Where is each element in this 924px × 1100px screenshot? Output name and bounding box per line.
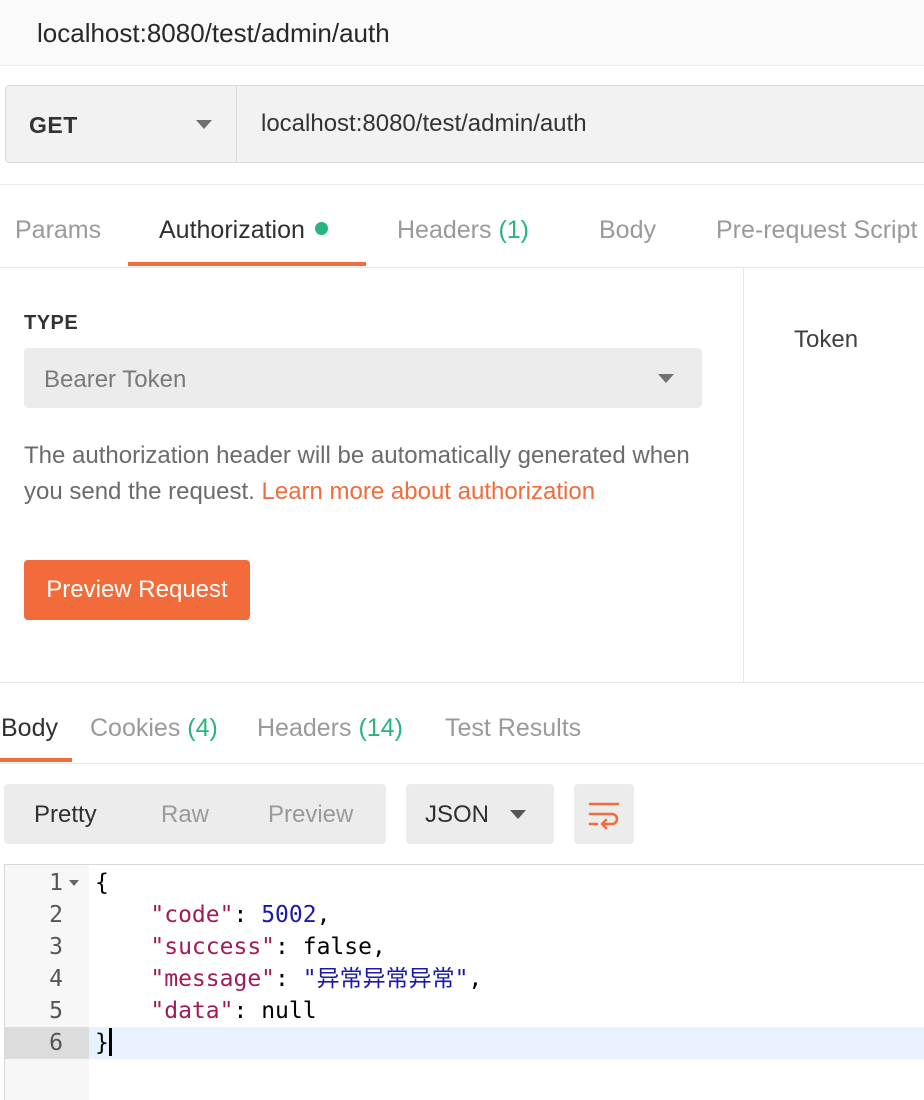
tab-label: Headers <box>397 216 492 244</box>
tab-label: Authorization <box>159 216 305 244</box>
json-value: null <box>261 998 317 1024</box>
tab-label: Test Results <box>445 714 582 742</box>
token-label: Token <box>794 326 859 353</box>
method-select[interactable]: GET <box>6 86 237 162</box>
preview-request-button[interactable]: Preview Request <box>24 560 250 620</box>
view-raw-button[interactable]: Raw <box>161 801 209 829</box>
tab-authorization[interactable]: Authorization <box>159 216 328 245</box>
learn-more-link[interactable]: Learn more about authorization <box>262 478 596 505</box>
code-line: 3 "success": false, <box>5 931 924 963</box>
tab-body[interactable]: Body <box>599 216 656 245</box>
auth-help-text: The authorization header will be automat… <box>24 438 724 510</box>
code-text: "data": null <box>150 998 317 1024</box>
title-bar: localhost:8080/test/admin/auth <box>0 0 924 66</box>
code-text: "code": 5002, <box>150 902 331 928</box>
format-select[interactable]: JSON <box>406 784 554 844</box>
chevron-down-icon <box>510 810 526 819</box>
json-value: "异常异常异常" <box>302 966 469 992</box>
format-value: JSON <box>425 801 490 828</box>
code-line: 5 "data": null <box>5 995 924 1027</box>
tab-label: Params <box>15 216 102 244</box>
line-number: 3 <box>49 934 63 960</box>
response-view-toggle: Pretty Raw Preview <box>4 784 386 844</box>
code-text: } <box>95 1027 112 1059</box>
line-number: 2 <box>49 902 63 928</box>
active-tab-indicator <box>128 262 366 266</box>
tab-response-headers[interactable]: Headers (14) <box>257 714 403 743</box>
tab-label: Body <box>599 216 656 244</box>
tab-cookies[interactable]: Cookies (4) <box>90 714 218 743</box>
method-label: GET <box>29 112 78 138</box>
tab-response-body[interactable]: Body <box>1 714 58 743</box>
status-dot-icon <box>314 222 328 235</box>
tab-params[interactable]: Params <box>15 216 101 245</box>
close-brace: } <box>95 1030 109 1056</box>
code-line: 2 "code": 5002, <box>5 899 924 931</box>
json-key: "message" <box>150 966 276 992</box>
auth-type-value: Bearer Token <box>44 366 187 393</box>
fold-toggle-icon[interactable] <box>69 880 79 886</box>
tab-count: (1) <box>498 216 530 244</box>
json-value: 5002 <box>261 902 317 928</box>
wrap-lines-icon <box>588 802 620 830</box>
panel-divider <box>743 268 744 682</box>
code-text: { <box>95 870 109 896</box>
tab-count: (14) <box>358 714 403 742</box>
tab-headers[interactable]: Headers (1) <box>397 216 529 245</box>
request-bar: GET <box>5 85 924 163</box>
line-number: 4 <box>49 966 63 992</box>
window-title: localhost:8080/test/admin/auth <box>37 18 390 48</box>
chevron-down-icon <box>196 120 212 129</box>
tab-count: (4) <box>187 714 218 742</box>
code-line: 6 } <box>5 1027 924 1059</box>
view-pretty-button[interactable]: Pretty <box>34 801 97 829</box>
type-label: TYPE <box>24 312 79 334</box>
wrap-lines-button[interactable] <box>574 784 634 844</box>
view-preview-button[interactable]: Preview <box>268 801 353 829</box>
chevron-down-icon <box>658 374 674 383</box>
text-cursor <box>108 1028 112 1056</box>
line-number: 1 <box>49 870 63 896</box>
line-number: 5 <box>49 998 63 1024</box>
code-text: "success": false, <box>150 934 386 960</box>
auth-type-select[interactable]: Bearer Token <box>24 348 702 408</box>
json-key: "success" <box>150 934 276 960</box>
tab-pre-request-script[interactable]: Pre-request Script <box>716 216 917 245</box>
active-tab-indicator <box>0 758 72 762</box>
json-value: false <box>302 934 372 960</box>
response-tabs: Body Cookies (4) Headers (14) Test Resul… <box>0 682 924 764</box>
code-line: 1 { <box>5 867 924 899</box>
code-line: 4 "message": "异常异常异常", <box>5 963 924 995</box>
line-number: 6 <box>49 1030 63 1056</box>
tab-label: Cookies <box>90 714 181 742</box>
url-input[interactable] <box>238 86 924 162</box>
tab-label: Pre-request Script <box>716 216 918 244</box>
json-key: "code" <box>150 902 234 928</box>
authorization-panel: TYPE Bearer Token The authorization head… <box>0 268 924 682</box>
tab-test-results[interactable]: Test Results <box>445 714 581 743</box>
json-key: "data" <box>150 998 234 1024</box>
response-body-editor[interactable]: 1 { 2 "code": 5002, 3 "success": false, … <box>4 864 924 1100</box>
tab-label: Body <box>1 714 58 742</box>
request-tabs: Params Authorization Headers (1) Body Pr… <box>0 184 924 268</box>
code-text: "message": "异常异常异常", <box>150 966 483 992</box>
tab-label: Headers <box>257 714 352 742</box>
